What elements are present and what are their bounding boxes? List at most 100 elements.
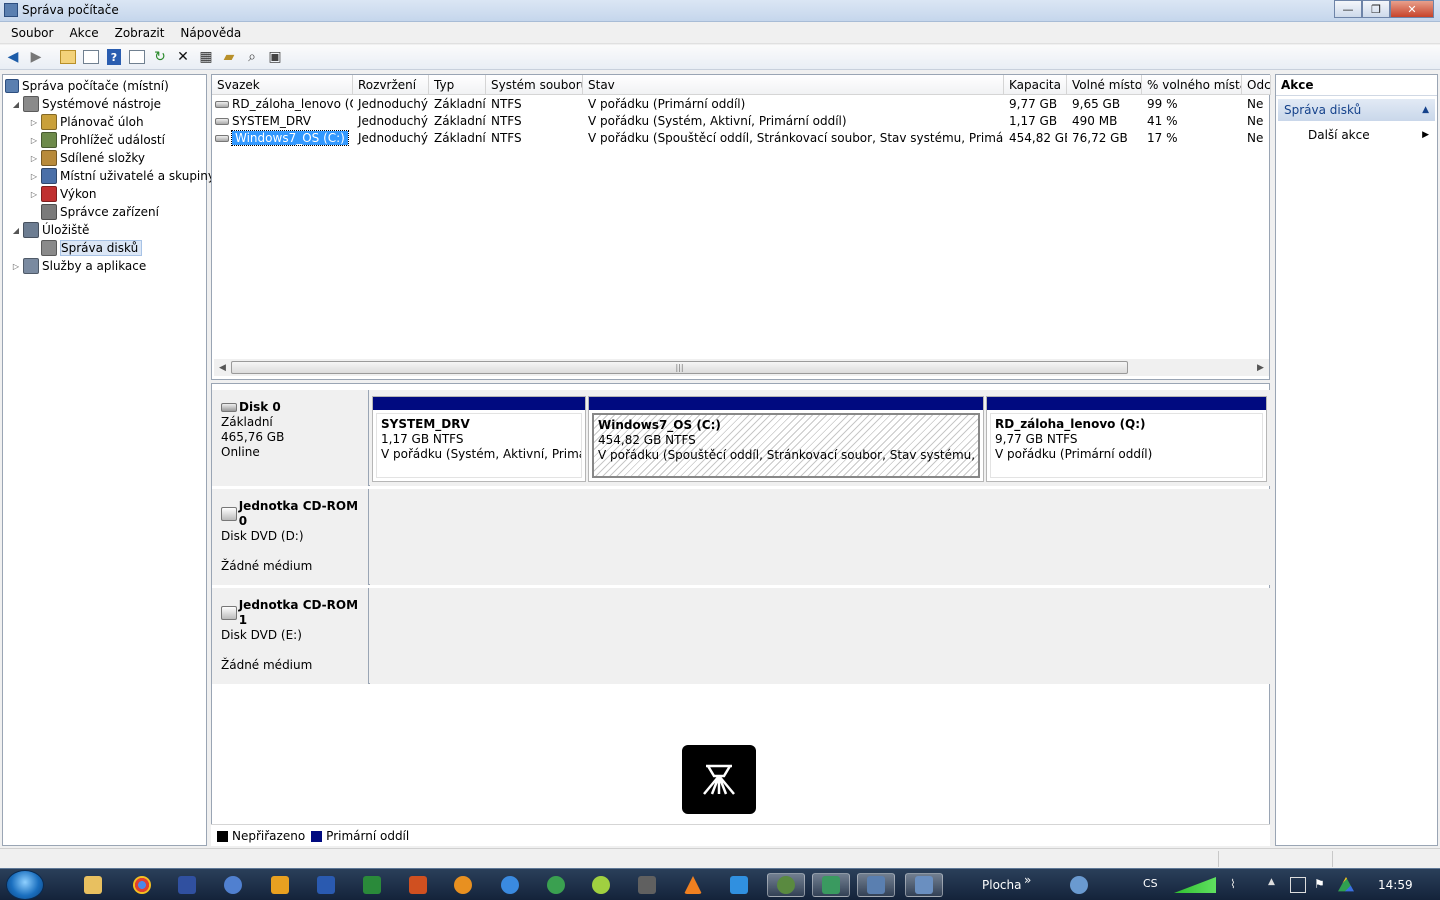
clock[interactable]: 14:59 (1378, 878, 1413, 892)
taskbar-ie-icon[interactable] (491, 873, 529, 897)
menu-view[interactable]: Zobrazit (107, 26, 173, 40)
desktop-toolbar-label[interactable]: Plocha (982, 878, 1021, 892)
taskbar-app7-icon[interactable] (812, 873, 850, 897)
legend-primary: Primární oddíl (311, 829, 409, 843)
signal-strength-icon[interactable] (1174, 877, 1216, 893)
column-header[interactable]: Typ (429, 75, 486, 95)
column-header[interactable]: Volné místo (1067, 75, 1142, 95)
refresh-icon[interactable]: ↻ (150, 47, 170, 67)
taskbar-media-player-icon[interactable] (444, 873, 482, 897)
taskbar-app9-icon[interactable] (1060, 873, 1098, 897)
taskbar-app5-icon[interactable] (720, 873, 758, 897)
tree-root[interactable]: Správa počítače (místní) (5, 77, 169, 95)
taskbar-app6-icon[interactable] (767, 873, 805, 897)
partition-block[interactable]: RD_záloha_lenovo (Q:) 9,77 GB NTFS V pořád… (986, 396, 1267, 482)
actions-section-disk-management[interactable]: Správa disků ▲ (1278, 99, 1435, 121)
forward-icon[interactable]: ▶ (26, 47, 46, 67)
tree-expander-icon[interactable]: ▷ (29, 136, 39, 145)
tree-expander-icon[interactable]: ▷ (11, 262, 21, 271)
flag-icon[interactable]: ⚑ (1314, 877, 1330, 893)
help-icon[interactable]: ? (104, 47, 124, 67)
tree-expander-icon[interactable]: ▷ (29, 190, 39, 199)
table-cell: 41 % (1147, 114, 1178, 128)
column-header[interactable]: Stav (583, 75, 1004, 95)
column-header[interactable]: Rozvržení (353, 75, 429, 95)
tree-item[interactable]: ▷ Místní uživatelé a skupiny (29, 167, 215, 185)
tree-item[interactable]: ▷ Výkon (29, 185, 96, 203)
tree-expander-icon[interactable]: ▷ (29, 172, 39, 181)
tree-expander-icon[interactable]: ▷ (29, 154, 39, 163)
column-header[interactable]: Odc (1242, 75, 1271, 95)
delete-icon[interactable]: ✕ (173, 47, 193, 67)
table-row[interactable]: Windows7_OS (C:) Jednoduchý Základní NTFS V … (212, 130, 1271, 147)
tree-item[interactable]: ▷ Plánovač úloh (29, 113, 144, 131)
more-actions-item[interactable]: Další akce ▶ (1278, 125, 1435, 145)
tree-item[interactable]: ◢ Úložiště (11, 221, 89, 239)
close-button[interactable]: ✕ (1390, 0, 1434, 18)
taskbar-chrome-icon[interactable] (123, 873, 161, 897)
back-icon[interactable]: ◀ (3, 47, 23, 67)
taskbar-app2-icon[interactable] (537, 873, 575, 897)
column-header[interactable]: Systém souborů (486, 75, 583, 95)
tree-item[interactable]: ▷ Prohlížeč událostí (29, 131, 165, 149)
taskbar-app4-icon[interactable] (628, 873, 666, 897)
taskbar-excel-icon[interactable] (353, 873, 391, 897)
taskbar-save-icon[interactable] (168, 873, 206, 897)
tree-item[interactable]: ▷ Služby a aplikace (11, 257, 146, 275)
start-button[interactable] (6, 870, 44, 900)
show-hide-action-pane-icon[interactable] (127, 47, 147, 67)
toolbar-chevron-icon[interactable]: » (1024, 873, 1031, 887)
menu-action[interactable]: Akce (61, 26, 106, 40)
scroll-right-icon[interactable]: ▶ (1252, 359, 1269, 376)
scrollbar-thumb[interactable]: ||| (231, 361, 1128, 374)
disk-label[interactable]: Jednotka CD-ROM 1 Disk DVD (E:) Žádné médi… (212, 588, 369, 684)
tree-expander-icon[interactable]: ▷ (29, 118, 39, 127)
open-folder-icon[interactable]: ▰ (219, 47, 239, 67)
search-icon[interactable]: ⌕ (242, 47, 262, 67)
show-hide-tree-icon[interactable] (81, 47, 101, 67)
taskbar-app3-icon[interactable] (582, 873, 620, 897)
title-bar[interactable]: Správa počítače — ❐ ✕ (0, 0, 1440, 22)
power-icon[interactable] (1290, 877, 1306, 893)
taskbar-app8-icon[interactable] (857, 873, 895, 897)
menu-help[interactable]: Nápověda (172, 26, 249, 40)
partition-block[interactable]: SYSTEM_DRV 1,17 GB NTFS V pořádku (Systém,… (372, 396, 586, 482)
tree-expander-icon[interactable]: ◢ (11, 226, 21, 235)
settings-icon[interactable]: ▣ (265, 47, 285, 67)
outlook-glyph (271, 876, 289, 894)
disk-label[interactable]: Disk 0 Základní 465,76 GB Online (212, 390, 369, 486)
taskbar-word-icon[interactable] (307, 873, 345, 897)
partition-block[interactable]: Windows7_OS (C:) 454,82 GB NTFS V pořádku … (588, 396, 984, 482)
column-header[interactable]: Svazek (212, 75, 353, 95)
taskbar-vlc-icon[interactable] (674, 873, 712, 897)
maximize-button[interactable]: ❐ (1362, 0, 1390, 18)
tree-expander-icon[interactable]: ◢ (11, 100, 21, 109)
column-header[interactable]: Kapacita (1004, 75, 1067, 95)
table-row[interactable]: SYSTEM_DRV Jednoduchý Základní NTFS V pořádk… (212, 113, 1271, 130)
drive-icon[interactable] (1338, 877, 1354, 892)
horizontal-scrollbar[interactable]: ◀ ||| ▶ (214, 359, 1269, 376)
tree-item[interactable]: Správa disků (29, 239, 143, 257)
taskbar-outlook-icon[interactable] (261, 873, 299, 897)
tree-item[interactable]: ▷ Sdílené složky (29, 149, 145, 167)
taskbar-computer-management-icon[interactable] (905, 873, 943, 897)
taskbar-powerpoint-icon[interactable] (399, 873, 437, 897)
show-hidden-icons-icon[interactable]: ▲ (1268, 877, 1284, 893)
tree-item[interactable]: ◢ Systémové nástroje (11, 95, 161, 113)
taskbar-app-icon[interactable] (214, 873, 252, 897)
up-folder-icon[interactable] (58, 47, 78, 67)
collapse-up-icon[interactable]: ▲ (1422, 99, 1429, 121)
disk-label[interactable]: Jednotka CD-ROM 0 Disk DVD (D:) Žádné médi… (212, 489, 369, 585)
menu-file[interactable]: Soubor (3, 26, 61, 40)
actions-title: Akce (1276, 75, 1437, 96)
table-row[interactable]: RD_záloha_lenovo (Q:) Jednoduchý Základní N… (212, 96, 1271, 113)
column-header[interactable]: % volného místa (1142, 75, 1242, 95)
taskbar-explorer-icon[interactable] (74, 873, 112, 897)
properties-icon[interactable]: ▦ (196, 47, 216, 67)
scroll-left-icon[interactable]: ◀ (214, 359, 231, 376)
tree-item[interactable]: Správce zařízení (29, 203, 159, 221)
wireless-icon[interactable]: ⌇ (1230, 877, 1246, 893)
language-indicator[interactable]: CS (1143, 877, 1158, 890)
minimize-button[interactable]: — (1334, 0, 1362, 18)
partition-status: V pořádku (Primární oddíl) (995, 447, 1153, 461)
